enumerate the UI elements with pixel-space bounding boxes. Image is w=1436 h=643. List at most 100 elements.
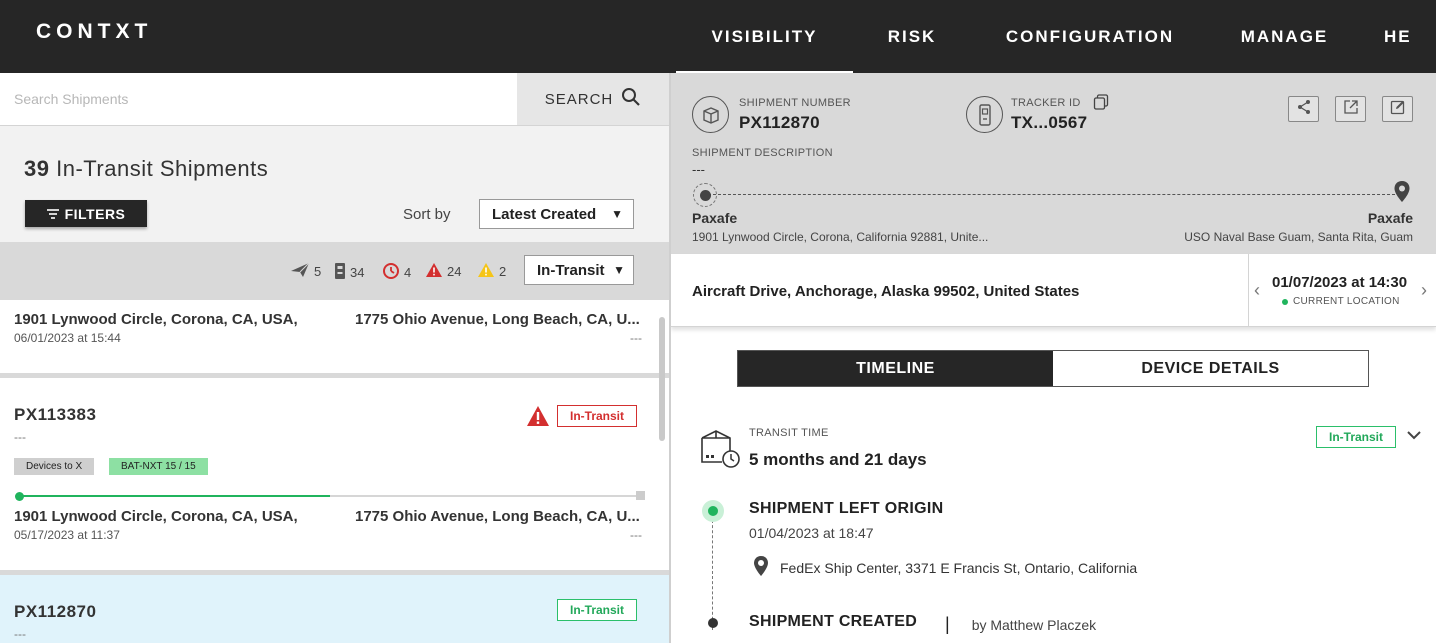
main-nav: VISIBILITY RISK CONFIGURATION MANAGE HE — [676, 0, 1436, 73]
tracker-id: TX...0567 — [1011, 113, 1088, 132]
progress-end-marker — [636, 491, 645, 500]
shipment-card[interactable]: 1901 Lynwood Circle, Corona, CA, USA, 17… — [0, 300, 660, 373]
timeline-event-author: | by Matthew Placzek — [945, 614, 1096, 635]
stat-devices-count: 34 — [350, 265, 365, 280]
status-filter-select[interactable]: In-Transit ▼ — [524, 255, 634, 285]
nav-visibility[interactable]: VISIBILITY — [676, 0, 853, 73]
shipment-id: PX112870 — [14, 602, 97, 621]
sort-select[interactable]: Latest Created ▼ — [479, 199, 634, 229]
origin-address: 1901 Lynwood Circle, Corona, California … — [692, 230, 989, 244]
location-pin-icon — [752, 555, 770, 580]
chevron-right-icon[interactable]: › — [1421, 280, 1427, 301]
created-date: 05/17/2023 at 11:37 — [14, 528, 120, 542]
nav-configuration[interactable]: CONFIGURATION — [971, 0, 1209, 73]
route-progress-bar — [15, 491, 645, 501]
nav-help[interactable]: HE — [1360, 0, 1436, 73]
status-badge: In-Transit — [557, 599, 638, 621]
timeline-event-time: 01/04/2023 at 18:47 — [749, 525, 874, 541]
tab-device-details[interactable]: DEVICE DETAILS — [1053, 351, 1368, 386]
timeline-separator: | — [945, 614, 950, 634]
chevron-down-icon[interactable] — [1407, 427, 1421, 445]
open-external-button[interactable] — [1335, 96, 1366, 122]
transit-time-label: TRANSIT TIME — [749, 427, 829, 439]
tab-timeline[interactable]: TIMELINE — [738, 351, 1053, 386]
stat-devices[interactable]: 34 — [334, 262, 364, 283]
search-input[interactable] — [0, 73, 517, 125]
filters-label: FILTERS — [64, 205, 126, 222]
stat-delayed[interactable]: 4 — [382, 262, 411, 283]
shipment-list-panel: SEARCH 39 In-Transit Shipments FILTERS S… — [0, 73, 669, 643]
timeline-event-title: SHIPMENT CREATED — [749, 613, 918, 630]
package-clock-icon — [700, 428, 742, 473]
share-button[interactable] — [1288, 96, 1319, 122]
status-badge: In-Transit — [557, 405, 638, 427]
current-location-label: CURRENT LOCATION — [1282, 296, 1400, 307]
route-progress-fill — [19, 495, 330, 497]
shipment-desc: --- — [14, 627, 26, 641]
filters-button[interactable]: FILTERS — [25, 200, 147, 227]
created-date: 06/01/2023 at 15:44 — [14, 331, 121, 345]
edit-button[interactable] — [1382, 96, 1413, 122]
nav-manage[interactable]: MANAGE — [1209, 0, 1360, 73]
shipment-detail-panel: SHIPMENT NUMBER PX112870 TRACKER ID TX..… — [671, 73, 1436, 643]
status-filter-value: In-Transit — [537, 261, 605, 279]
timeline-connector — [712, 520, 713, 630]
origin-name: Paxafe — [692, 210, 738, 226]
stat-sent[interactable]: 5 — [290, 262, 321, 281]
eta-value: --- — [630, 528, 642, 542]
list-scrollbar[interactable] — [659, 317, 665, 441]
stat-alerts-red-count: 24 — [447, 264, 462, 279]
timeline-event-title: SHIPMENT LEFT ORIGIN — [749, 500, 944, 517]
timeline-event-location: FedEx Ship Center, 3371 E Francis St, On… — [752, 555, 1137, 580]
package-icon — [692, 96, 729, 133]
app-logo[interactable]: CONTXT — [36, 20, 152, 44]
chevron-left-icon[interactable]: ‹ — [1254, 280, 1260, 301]
origin-address: 1901 Lynwood Circle, Corona, CA, USA, — [14, 311, 298, 328]
search-bar: SEARCH — [0, 73, 669, 126]
shipment-summary: SHIPMENT NUMBER PX112870 TRACKER ID TX..… — [671, 73, 1436, 254]
shipment-card-selected[interactable]: PX112870 --- In-Transit — [0, 575, 669, 643]
search-icon — [621, 87, 641, 111]
clock-alert-icon — [382, 262, 400, 283]
timeline-location-text: FedEx Ship Center, 3371 E Francis St, On… — [780, 559, 1138, 576]
current-location-divider — [1248, 254, 1249, 327]
stats-bar: 5 34 4 24 2 In-Transit ▼ — [0, 242, 669, 300]
destination-address: 1775 Ohio Avenue, Long Beach, CA, U... — [355, 508, 640, 525]
warning-red-icon — [526, 405, 550, 432]
live-dot-icon — [1282, 298, 1288, 305]
stat-alerts-yellow[interactable]: 2 — [477, 262, 506, 281]
shipment-card[interactable]: PX113383 --- In-Transit Devices to X BAT… — [0, 378, 660, 570]
stat-alerts-yellow-count: 2 — [499, 264, 507, 279]
detail-tabs: TIMELINE DEVICE DETAILS — [737, 350, 1369, 387]
list-header: 39 In-Transit Shipments FILTERS Sort by … — [0, 126, 669, 242]
tracker-device-icon — [334, 262, 346, 283]
battery-tag: BAT-NXT 15 / 15 — [109, 458, 208, 475]
sort-value: Latest Created — [492, 205, 597, 223]
warning-yellow-icon — [477, 262, 495, 281]
stat-alerts-red[interactable]: 24 — [425, 262, 461, 281]
nav-risk[interactable]: RISK — [853, 0, 971, 73]
copy-icon[interactable] — [1093, 94, 1109, 115]
shipment-count: 39 — [24, 156, 50, 181]
eta-value: --- — [630, 331, 642, 345]
origin-marker — [693, 183, 717, 207]
status-badge: In-Transit — [1316, 426, 1397, 448]
shipment-desc: --- — [14, 430, 26, 444]
description-value: --- — [692, 162, 705, 177]
timeline-dot — [708, 618, 718, 628]
shipment-count-title: 39 In-Transit Shipments — [24, 156, 268, 182]
shipment-number-label: SHIPMENT NUMBER — [739, 97, 851, 109]
shipment-list: 1901 Lynwood Circle, Corona, CA, USA, 17… — [0, 300, 669, 643]
description-label: SHIPMENT DESCRIPTION — [692, 147, 833, 159]
shipment-number: PX112870 — [739, 113, 820, 132]
destination-address: USO Naval Base Guam, Santa Rita, Guam — [1184, 230, 1413, 244]
search-button-label: SEARCH — [544, 90, 614, 108]
external-link-icon — [1343, 99, 1359, 120]
stat-sent-count: 5 — [314, 264, 322, 279]
timeline-author-text: by Matthew Placzek — [971, 616, 1097, 633]
search-button[interactable]: SEARCH — [517, 73, 669, 125]
edit-icon — [1390, 99, 1406, 120]
transit-time-value: 5 months and 21 days — [749, 450, 927, 469]
destination-name: Paxafe — [1367, 210, 1413, 226]
route-dashed-line — [708, 194, 1400, 195]
